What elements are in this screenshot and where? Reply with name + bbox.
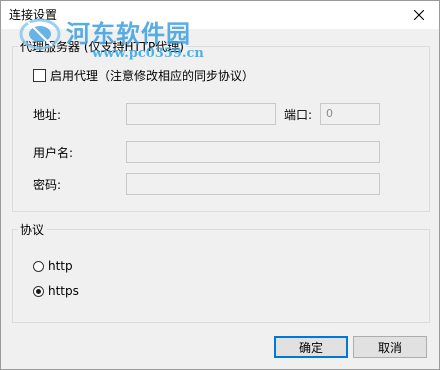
protocol-group-label: 协议 xyxy=(18,221,47,238)
port-label: 端口: xyxy=(284,108,313,122)
protocol-option-http[interactable]: http xyxy=(33,259,73,273)
address-label: 地址: xyxy=(33,108,62,122)
https-radio-label: https xyxy=(48,284,79,298)
http-radio[interactable] xyxy=(33,260,44,272)
username-label: 用户名: xyxy=(33,146,74,160)
watermark-site-name: 河东软件园 xyxy=(66,19,191,48)
username-input[interactable] xyxy=(126,141,380,163)
cancel-button[interactable]: 取消 xyxy=(353,336,427,358)
enable-proxy-label: 启用代理（注意修改相应的同步协议） xyxy=(50,69,255,83)
watermark-url: www.pc0359.cn xyxy=(92,46,204,61)
port-input[interactable]: 0 xyxy=(320,103,380,125)
protocol-group xyxy=(12,229,430,323)
enable-proxy-checkbox-row[interactable]: 启用代理（注意修改相应的同步协议） xyxy=(33,67,254,84)
password-input[interactable] xyxy=(126,173,380,195)
watermark-logo-icon xyxy=(19,18,61,50)
enable-proxy-checkbox[interactable] xyxy=(33,69,46,82)
password-label: 密码: xyxy=(33,178,62,192)
https-radio[interactable] xyxy=(33,285,44,297)
ok-button[interactable]: 确定 xyxy=(274,336,348,358)
address-input[interactable] xyxy=(126,103,276,125)
http-radio-label: http xyxy=(48,259,73,273)
protocol-option-https[interactable]: https xyxy=(33,284,79,298)
close-icon[interactable] xyxy=(399,1,439,29)
